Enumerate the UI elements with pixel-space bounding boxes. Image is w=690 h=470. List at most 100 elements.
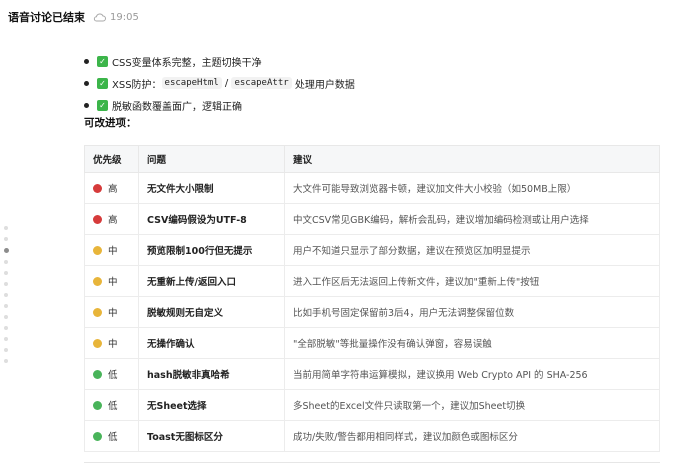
priority-cell: 低	[84, 389, 139, 421]
priority-label: 低	[108, 401, 118, 412]
table-row: 中 预览限制100行但无提示 用户不知道只显示了部分数据，建议在预览区加明显提示	[84, 234, 660, 266]
suggestion-cell: 用户不知道只显示了部分数据，建议在预览区加明显提示	[284, 234, 660, 266]
page-dot[interactable]	[4, 348, 8, 352]
check-icon: ✓	[97, 99, 108, 111]
cloud-icon	[93, 13, 106, 22]
list-item-text: 脱敏函数覆盖面广，逻辑正确	[112, 101, 242, 113]
page-dot[interactable]	[4, 315, 8, 319]
page-dot[interactable]	[4, 304, 8, 308]
table-row: 低 hash脱敏非真哈希 当前用简单字符串运算模拟，建议换用 Web Crypto …	[84, 358, 660, 390]
priority-dot-icon	[93, 245, 102, 255]
priority-label: 中	[108, 246, 118, 257]
bullet-dot	[84, 80, 89, 86]
priority-dot-icon	[93, 400, 102, 410]
suggestion-cell: 大文件可能导致浏览器卡顿，建议加文件大小校验（如50MB上限）	[284, 172, 660, 204]
inline-code: escapeHtml	[161, 77, 222, 89]
table-row: 中 脱敏规则无自定义 比如手机号固定保留前3后4，用户无法调整保留位数	[84, 296, 660, 328]
issue-cell: Toast无图标区分	[138, 420, 285, 452]
priority-badge: 中	[93, 305, 138, 319]
improvements-table: 优先级 问题 建议 高 无文件大小限制 大文件可能导致浏览器卡顿，建议加文件大小校验…	[84, 145, 660, 452]
suggestion-cell: 中文CSV常见GBK编码，解析会乱码，建议增加编码检测或让用户选择	[284, 203, 660, 235]
checklist: ✓ CSS变量体系完整，主题切换干净 ✓ XSS防护： escapeHtml /…	[82, 50, 642, 116]
issue-cell: CSV编码假设为UTF-8	[138, 203, 285, 235]
suggestion-cell: 进入工作区后无法返回上传新文件，建议加"重新上传"按钮	[284, 265, 660, 297]
issue-cell: 无操作确认	[138, 327, 285, 359]
list-item: ✓ CSS变量体系完整，主题切换干净	[82, 50, 642, 72]
priority-dot-icon	[93, 276, 102, 286]
priority-badge: 中	[93, 336, 138, 350]
bullet-dot	[84, 58, 89, 64]
issue-cell: 无文件大小限制	[138, 172, 285, 204]
list-item-text: CSS变量体系完整，主题切换干净	[112, 57, 262, 69]
table-row: 低 无Sheet选择 多Sheet的Excel文件只读取第一个，建议加Sheet切换	[84, 389, 660, 421]
page-dot[interactable]	[4, 359, 8, 363]
table-row: 高 无文件大小限制 大文件可能导致浏览器卡顿，建议加文件大小校验（如50MB上限）	[84, 172, 660, 204]
priority-badge: 中	[93, 274, 138, 288]
page-dot[interactable]	[4, 326, 8, 330]
priority-badge: 低	[93, 367, 138, 381]
inline-code: escapeAttr	[231, 77, 292, 89]
column-header-priority: 优先级	[84, 145, 139, 173]
section-heading: 可改进项：	[84, 117, 137, 129]
check-icon: ✓	[97, 55, 108, 67]
table-row: 低 Toast无图标区分 成功/失败/警告都用相同样式，建议加颜色或图标区分	[84, 420, 660, 452]
suggestion-cell: 成功/失败/警告都用相同样式，建议加颜色或图标区分	[284, 420, 660, 452]
list-item-text: XSS防护：	[112, 79, 162, 91]
priority-dot-icon	[93, 183, 102, 193]
priority-badge: 高	[93, 181, 138, 195]
page-dot[interactable]	[4, 226, 8, 230]
table-row: 中 无重新上传/返回入口 进入工作区后无法返回上传新文件，建议加"重新上传"按钮	[84, 265, 660, 297]
priority-dot-icon	[93, 214, 102, 224]
column-header-issue: 问题	[138, 145, 285, 173]
issue-cell: 脱敏规则无自定义	[138, 296, 285, 328]
bullet-dot	[84, 102, 89, 108]
suggestion-cell: 比如手机号固定保留前3后4，用户无法调整保留位数	[284, 296, 660, 328]
table-row: 中 无操作确认 "全部脱敏"等批量操作没有确认弹窗，容易误触	[84, 327, 660, 359]
page-dot[interactable]	[4, 260, 8, 264]
priority-cell: 中	[84, 265, 139, 297]
page-dot[interactable]	[4, 293, 8, 297]
priority-label: 低	[108, 370, 118, 381]
table-row: 高 CSV编码假设为UTF-8 中文CSV常见GBK编码，解析会乱码，建议增加编码检…	[84, 203, 660, 235]
priority-label: 高	[108, 215, 118, 226]
page-indicator	[4, 226, 10, 370]
issue-cell: 无重新上传/返回入口	[138, 265, 285, 297]
list-item-text: 处理用户数据	[291, 79, 355, 91]
table-header-row: 优先级 问题 建议	[84, 145, 660, 173]
priority-label: 低	[108, 432, 118, 443]
list-item: ✓ XSS防护： escapeHtml / escapeAttr 处理用户数据	[82, 72, 642, 94]
priority-cell: 高	[84, 172, 139, 204]
page-dot[interactable]	[4, 271, 8, 275]
suggestion-cell: "全部脱敏"等批量操作没有确认弹窗，容易误触	[284, 327, 660, 359]
suggestion-cell: 当前用简单字符串运算模拟，建议换用 Web Crypto API 的 SHA-2…	[284, 358, 660, 390]
priority-dot-icon	[93, 369, 102, 379]
page-dot[interactable]	[4, 337, 8, 341]
priority-badge: 低	[93, 398, 138, 412]
priority-badge: 低	[93, 429, 138, 443]
priority-label: 中	[108, 277, 118, 288]
priority-cell: 中	[84, 234, 139, 266]
divider	[84, 462, 660, 463]
page-dot[interactable]	[4, 282, 8, 286]
list-item: ✓ 脱敏函数覆盖面广，逻辑正确	[82, 94, 642, 116]
priority-dot-icon	[93, 431, 102, 441]
priority-cell: 低	[84, 420, 139, 452]
suggestion-cell: 多Sheet的Excel文件只读取第一个，建议加Sheet切换	[284, 389, 660, 421]
issue-cell: 预览限制100行但无提示	[138, 234, 285, 266]
column-header-suggestion: 建议	[284, 145, 660, 173]
priority-cell: 低	[84, 358, 139, 390]
priority-cell: 中	[84, 327, 139, 359]
priority-cell: 高	[84, 203, 139, 235]
page-dot-active[interactable]	[4, 248, 9, 253]
priority-label: 中	[108, 308, 118, 319]
separator-text: /	[221, 77, 232, 89]
issue-cell: hash脱敏非真哈希	[138, 358, 285, 390]
page-dot[interactable]	[4, 237, 8, 241]
priority-badge: 高	[93, 212, 138, 226]
priority-dot-icon	[93, 307, 102, 317]
priority-badge: 中	[93, 243, 138, 257]
priority-dot-icon	[93, 338, 102, 348]
issue-cell: 无Sheet选择	[138, 389, 285, 421]
priority-cell: 中	[84, 296, 139, 328]
timestamp: 19:05	[110, 11, 139, 23]
